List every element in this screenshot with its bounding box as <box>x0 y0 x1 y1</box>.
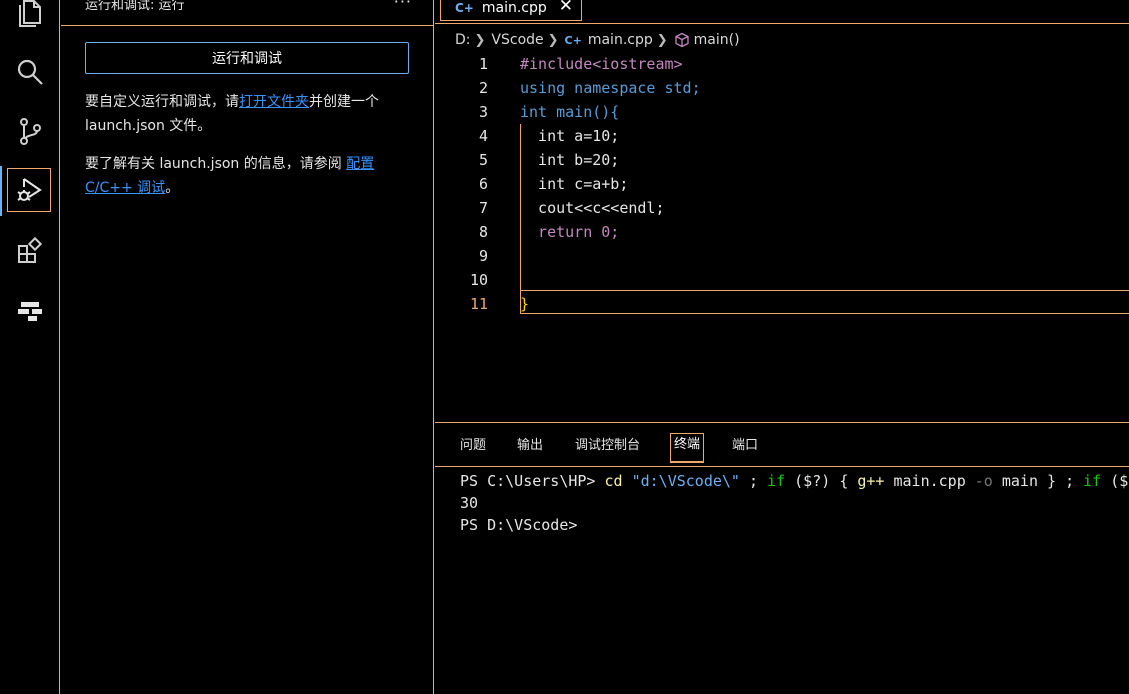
line-number-current: 11 <box>469 295 488 313</box>
breadcrumb-symbol[interactable]: main() <box>694 32 740 48</box>
breadcrumb-drive[interactable]: D: <box>455 32 471 48</box>
terminal-prompt-line: PS D:\VScode> <box>460 516 578 534</box>
breadcrumb: D: ❯ VScode ❯ C+ main.cpp ❯ main() <box>455 30 740 50</box>
cpp-file-icon: C+ <box>564 33 582 47</box>
code-line: 9 <box>435 244 1129 268</box>
tab-problems[interactable]: 问题 <box>460 435 486 457</box>
terminal-cond: ($?) <box>785 472 840 490</box>
code-line: 7 cout<<c<<endl; <box>435 196 1129 220</box>
extensions-button[interactable] <box>8 229 52 273</box>
function-cube-icon <box>674 32 690 48</box>
terminal-prompt: PS C:\Users\HP> <box>460 472 605 490</box>
editor-tab-bar: C+ main.cpp ✕ <box>435 0 1129 24</box>
docs-hint-end: 。 <box>165 180 180 196</box>
line-number: 4 <box>478 127 488 145</box>
code-editor[interactable]: 1 #include<iostream> 2 using namespace s… <box>435 52 1129 422</box>
active-indicator <box>0 166 2 216</box>
indent-guide <box>520 124 521 314</box>
explorer-button[interactable] <box>8 0 52 34</box>
open-folder-link[interactable]: 打开文件夹 <box>239 94 309 110</box>
current-line-highlight <box>520 290 1129 314</box>
line-number: 3 <box>478 103 488 121</box>
tab-ports[interactable]: 端口 <box>732 435 758 457</box>
chevron-right-icon: ❯ <box>474 32 486 48</box>
launch-json-hint: 要自定义运行和调试，请打开文件夹并创建一个 launch.json 文件。 <box>85 90 415 138</box>
code-line: 3 int main(){ <box>435 100 1129 124</box>
sidebar-header: 运行和调试: 运行 ··· <box>61 0 434 26</box>
tab-debug-console[interactable]: 调试控制台 <box>575 435 640 457</box>
tab-terminal[interactable]: 终端 <box>670 433 705 463</box>
search-button[interactable] <box>8 50 52 94</box>
cpp-file-icon: C+ <box>455 1 474 15</box>
terminal-gpp: g++ <box>857 472 885 490</box>
line-number: 7 <box>478 199 488 217</box>
terminal-sep: ; <box>739 472 768 490</box>
tab-label: main.cpp <box>481 0 547 16</box>
terminal-out: main } ; <box>992 472 1084 490</box>
sidebar-title: 运行和调试: 运行 <box>85 0 185 13</box>
line-number: 2 <box>478 79 488 97</box>
breadcrumb-file[interactable]: main.cpp <box>588 32 653 48</box>
extensions-icon <box>18 236 43 263</box>
terminal-path: "d:\VScode\" <box>631 472 740 490</box>
line-number: 9 <box>478 247 488 265</box>
remote-explorer-icon <box>18 302 42 321</box>
terminal-if: if <box>767 472 786 490</box>
more-actions-icon[interactable]: ··· <box>394 0 412 11</box>
terminal-brace: { <box>839 472 858 490</box>
terminal-flag: -o <box>974 472 993 490</box>
run-debug-button[interactable] <box>7 168 51 212</box>
code-line: 8 return 0; <box>435 220 1129 244</box>
terminal-cmd: cd <box>604 472 623 490</box>
terminal[interactable]: PS C:\Users\HP> cd "d:\VScode\" ; if ($?… <box>460 470 1129 536</box>
terminal-line: PS C:\Users\HP> cd "d:\VScode\" ; if ($?… <box>460 470 1129 492</box>
source-control-icon <box>20 118 41 145</box>
code-text: using namespace std; <box>520 79 701 97</box>
terminal-args: main.cpp <box>884 472 975 490</box>
code-text: int b=20; <box>520 151 620 169</box>
code-text: int a=10; <box>520 127 620 145</box>
source-control-button[interactable] <box>8 109 52 153</box>
code-text: cout<<c<<endl; <box>520 199 665 217</box>
code-line: 4 int a=10; <box>435 124 1129 148</box>
breadcrumb-folder[interactable]: VScode <box>491 32 543 48</box>
line-number: 6 <box>478 175 488 193</box>
run-and-debug-button[interactable]: 运行和调试 <box>85 42 409 74</box>
code-line: 10 <box>435 268 1129 292</box>
code-text: int main(){ <box>520 103 620 121</box>
line-number: 8 <box>478 223 488 241</box>
code-text: #include<iostream> <box>520 55 683 73</box>
bottom-panel: 问题 输出 调试控制台 终端 端口 PS C:\Users\HP> cd "d:… <box>435 422 1129 694</box>
chevron-right-icon: ❯ <box>656 32 668 48</box>
activity-bar <box>0 0 60 694</box>
code-text: return 0; <box>520 223 620 241</box>
docs-hint-text: 要了解有关 launch.json 的信息，请参阅 <box>85 156 347 172</box>
line-number: 5 <box>478 151 488 169</box>
launch-json-docs-hint: 要了解有关 launch.json 的信息，请参阅 配置 C/C++ 调试。 <box>85 152 415 200</box>
close-icon[interactable]: ✕ <box>559 0 573 16</box>
code-line: 1 #include<iostream> <box>435 52 1129 76</box>
run-debug-sidebar: 运行和调试: 运行 ··· 运行和调试 要自定义运行和调试，请打开文件夹并创建一… <box>61 0 434 694</box>
run-debug-icon <box>17 178 42 201</box>
code-line: 5 int b=20; <box>435 148 1129 172</box>
terminal-if: if <box>1083 472 1102 490</box>
search-icon <box>17 59 43 85</box>
code-text: int c=a+b; <box>520 175 629 193</box>
hint-text: 要自定义运行和调试，请 <box>85 94 239 110</box>
terminal-output: 30 <box>460 494 479 512</box>
tab-main-cpp[interactable]: C+ main.cpp ✕ <box>440 0 582 21</box>
terminal-tail: ($ <box>1101 472 1129 490</box>
panel-tab-bar: 问题 输出 调试控制台 终端 端口 <box>435 423 1129 467</box>
code-line: 6 int c=a+b; <box>435 172 1129 196</box>
remote-explorer-button[interactable] <box>8 289 52 333</box>
line-number: 1 <box>478 55 488 73</box>
chevron-right-icon: ❯ <box>547 32 559 48</box>
code-line: 2 using namespace std; <box>435 76 1129 100</box>
tab-output[interactable]: 输出 <box>517 435 543 457</box>
line-number: 10 <box>469 271 488 289</box>
files-icon <box>19 0 41 27</box>
